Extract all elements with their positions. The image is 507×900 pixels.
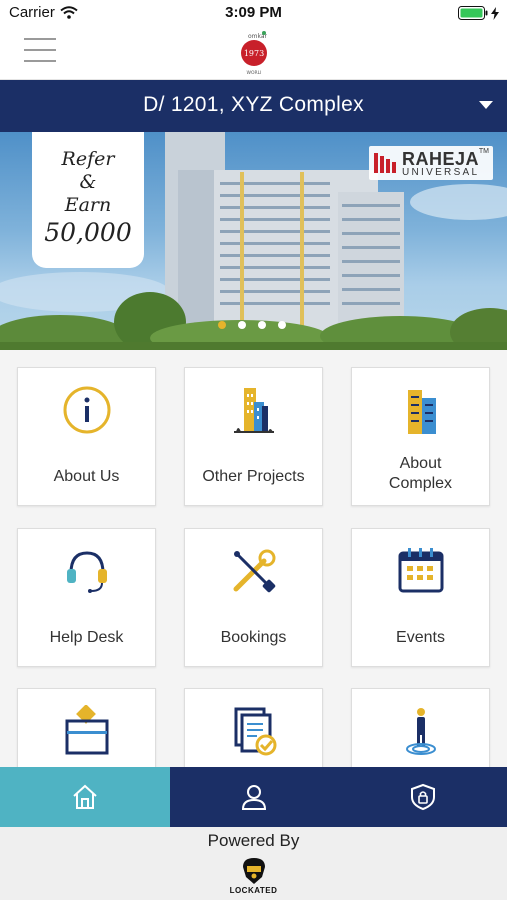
tile-label: About Complex <box>388 455 453 492</box>
carousel-dots <box>218 321 286 329</box>
hamburger-menu-button[interactable] <box>24 38 58 66</box>
powered-by-label: Powered By <box>207 831 300 850</box>
bottom-tab-bar <box>0 767 507 827</box>
tile-help-desk[interactable]: Help Desk <box>17 528 156 667</box>
buildings-icon <box>233 388 274 433</box>
refer-earn-card[interactable]: Refer & Earn 50,000 <box>32 132 144 268</box>
brand-subtitle: UNIVERSAL <box>402 167 480 178</box>
status-bar: Carrier 3:09 PM <box>0 0 507 26</box>
tile-label: About Us <box>53 468 120 485</box>
clock: 3:09 PM <box>225 4 282 21</box>
ballot-box-icon <box>65 705 108 755</box>
shield-lock-icon <box>410 783 435 811</box>
tile-about-complex[interactable]: About Complex <box>351 367 490 506</box>
home-icon <box>73 784 97 809</box>
tile-polls[interactable] <box>17 688 156 767</box>
tile-events[interactable]: Events <box>351 528 490 667</box>
tile-bookings[interactable]: Bookings <box>184 528 323 667</box>
powered-by-footer: Powered By LOCKATED <box>0 827 507 900</box>
raheja-mark-icon <box>374 153 396 173</box>
tools-icon <box>233 549 275 593</box>
menu-line <box>24 49 56 51</box>
tile-other-projects[interactable]: Other Projects <box>184 367 323 506</box>
tile-visitors[interactable] <box>351 688 490 767</box>
menu-line <box>24 60 56 62</box>
svg-text:WORLI: WORLI <box>247 70 262 76</box>
documents-check-icon <box>234 707 276 756</box>
tab-security[interactable] <box>338 767 507 827</box>
tab-profile[interactable] <box>170 767 338 827</box>
carousel-dot-3[interactable] <box>258 321 266 329</box>
refer-amount: 50,000 <box>44 218 132 247</box>
carousel-dot-2[interactable] <box>238 321 246 329</box>
tile-documents[interactable] <box>184 688 323 767</box>
calendar-icon <box>398 548 443 593</box>
unit-selector[interactable]: D/ 1201, XYZ Complex <box>0 80 507 132</box>
carousel-dot-4[interactable] <box>278 321 286 329</box>
user-icon <box>241 785 267 810</box>
tile-about-us[interactable]: About Us <box>17 367 156 506</box>
omkar-1973-logo: omkar 1973 WORLI <box>241 31 268 76</box>
feature-grid: About Us Other Projects About Complex He… <box>0 350 507 767</box>
tile-label: Other Projects <box>202 468 305 485</box>
lockated-logo-icon <box>243 858 265 884</box>
app-header: omkar 1973 WORLI <box>0 26 507 80</box>
tab-home[interactable] <box>0 767 170 827</box>
svg-text:1973: 1973 <box>244 49 264 58</box>
battery-group <box>458 6 499 20</box>
headset-icon <box>66 551 107 593</box>
menu-line <box>24 38 56 40</box>
refer-word: Refer <box>61 148 115 170</box>
tile-label: Help Desk <box>49 629 124 646</box>
dropdown-caret-icon <box>479 101 493 109</box>
refer-word: & <box>79 171 97 193</box>
battery-icon <box>458 6 488 20</box>
promo-banner-carousel[interactable]: Refer & Earn 50,000 RAHEJA UNIVERSAL TM <box>0 132 507 350</box>
tile-label: Bookings <box>220 629 287 646</box>
brand-label: LOCKATED <box>229 886 278 895</box>
trademark: TM <box>478 148 489 155</box>
info-icon <box>63 386 110 434</box>
tile-label: Events <box>396 629 445 646</box>
refer-word: Earn <box>64 194 112 216</box>
person-location-icon <box>405 708 436 755</box>
charging-bolt-icon <box>491 6 499 20</box>
raheja-universal-logo: RAHEJA UNIVERSAL TM <box>369 146 493 180</box>
unit-selector-label: D/ 1201, XYZ Complex <box>143 93 364 116</box>
carousel-dot-1[interactable] <box>218 321 226 329</box>
tower-icon <box>407 390 436 434</box>
